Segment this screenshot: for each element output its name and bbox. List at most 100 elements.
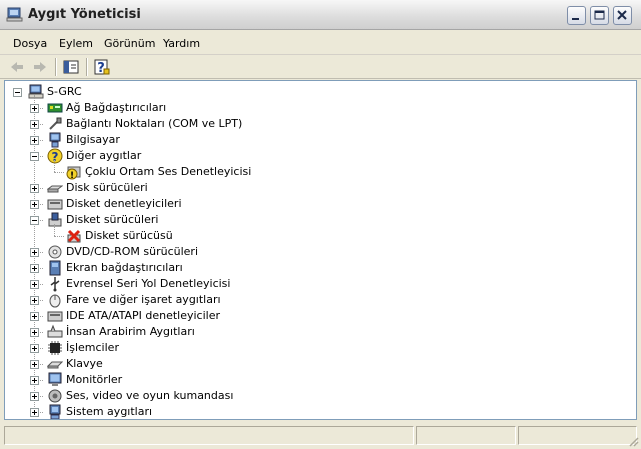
status-bar: [0, 423, 641, 449]
tree-item-label: İnsan Arabirim Aygıtları: [66, 325, 195, 338]
tree-item-disk-suruculeri[interactable]: Disk sürücüleri: [9, 180, 609, 196]
tree-item-label: Bağlantı Noktaları (COM ve LPT): [66, 117, 243, 130]
tree-item-i-nsan-arabirim-aygitlari[interactable]: İnsan Arabirim Aygıtları: [9, 324, 609, 340]
computer-icon: [49, 132, 61, 148]
menu-gorunum[interactable]: Görünüm: [104, 37, 155, 50]
toolbar: ?: [0, 55, 641, 79]
warning-device-icon: !: [66, 166, 81, 180]
collapse-toggle[interactable]: [30, 152, 39, 161]
sound-icon: [48, 389, 62, 403]
tree-item-disket-surucusu[interactable]: Disket sürücüsü: [9, 224, 609, 244]
menu-yardim[interactable]: Yardım: [163, 37, 200, 50]
expand-toggle[interactable]: [30, 248, 39, 257]
tree-item-label: Disk sürücüleri: [66, 181, 148, 194]
tree-item-diger-aygitlar[interactable]: ? Diğer aygıtlar: [9, 148, 609, 164]
computer-management-icon: [6, 7, 23, 22]
expand-toggle[interactable]: [30, 296, 39, 305]
resize-grip-icon[interactable]: [627, 435, 639, 447]
forward-arrow-icon[interactable]: [30, 57, 50, 77]
show-hide-console-tree-icon[interactable]: [61, 57, 81, 77]
menu-bar: Dosya Eylem Görünüm Yardım: [0, 31, 641, 55]
display-adapter-icon: [49, 260, 61, 276]
expand-toggle[interactable]: [30, 360, 39, 369]
menu-eylem[interactable]: Eylem: [59, 37, 93, 50]
tree-item-label: Çoklu Ortam Ses Denetleyicisi: [85, 165, 252, 178]
tree-item-label: Bilgisayar: [66, 133, 120, 146]
collapse-toggle[interactable]: [13, 88, 22, 97]
tree-item-i-slemciler[interactable]: İşlemciler: [9, 340, 609, 356]
device-manager-window: Aygıt Yöneticisi Dosya Eylem Görünüm Yar…: [0, 0, 641, 449]
expand-toggle[interactable]: [30, 264, 39, 273]
tree-item-sistem-aygitlari[interactable]: Sistem aygıtları: [9, 404, 609, 419]
cdrom-icon: [48, 245, 62, 259]
minimize-button[interactable]: [567, 6, 586, 25]
tree-item-evrensel-seri-yol-denetleyicisi[interactable]: Evrensel Seri Yol Denetleyicisi: [9, 276, 609, 292]
usb-icon: [50, 277, 60, 292]
maximize-button[interactable]: [590, 6, 609, 25]
tree-item-ekran-bagdastiricilari[interactable]: Ekran bağdaştırıcıları: [9, 260, 609, 276]
tree-item-fare-ve-diger-isaret-aygitlari[interactable]: Fare ve diğer işaret aygıtları: [9, 292, 609, 308]
expand-toggle[interactable]: [30, 328, 39, 337]
computer-icon: [28, 84, 44, 99]
disk-drive-icon: [47, 185, 63, 193]
tree-item-baglanti-noktalari-com-ve-lpt[interactable]: Bağlantı Noktaları (COM ve LPT): [9, 116, 609, 132]
toolbar-separator: [55, 58, 57, 76]
tree-item-klavye[interactable]: Klavye: [9, 356, 609, 372]
tree-item-dvd-cd-rom-suruculeri[interactable]: DVD/CD-ROM sürücüleri: [9, 244, 609, 260]
tree-root-label: S-GRC: [47, 85, 82, 98]
tree-item-label: Klavye: [66, 357, 103, 370]
expand-toggle[interactable]: [30, 392, 39, 401]
expand-toggle[interactable]: [30, 136, 39, 145]
svg-text:!: !: [70, 171, 74, 180]
expand-toggle[interactable]: [30, 312, 39, 321]
tree-item-coklu-ortam-ses-denetleyicisi[interactable]: ! Çoklu Ortam Ses Denetleyicisi: [9, 160, 609, 180]
tree-item-disket-denetleyicileri[interactable]: Disket denetleyicileri: [9, 196, 609, 212]
window-title: Aygıt Yöneticisi: [28, 7, 141, 22]
tree-item-label: Disket denetleyicileri: [66, 197, 182, 210]
tree-item-ag-bagdastiricilari[interactable]: Ağ Bağdaştırıcıları: [9, 100, 609, 116]
expand-toggle[interactable]: [30, 120, 39, 129]
tree-item-label: Disket sürücüsü: [85, 229, 173, 242]
expand-toggle[interactable]: [30, 376, 39, 385]
expand-toggle[interactable]: [30, 408, 39, 417]
collapse-toggle[interactable]: [30, 216, 39, 225]
device-tree[interactable]: S-GRC Ağ Bağdaştırıcıları Bağlantı Noktal…: [4, 80, 637, 420]
tree-item-label: Monitörler: [66, 373, 123, 386]
disabled-floppy-icon: [67, 229, 81, 243]
system-device-icon: [49, 404, 61, 419]
tree-item-ses-video-ve-oyun-kumandasi[interactable]: Ses, video ve oyun kumandası: [9, 388, 609, 404]
expand-toggle[interactable]: [30, 200, 39, 209]
mouse-icon: [49, 294, 61, 308]
expand-toggle[interactable]: [30, 344, 39, 353]
tree-item-label: Fare ve diğer işaret aygıtları: [66, 293, 221, 306]
expand-toggle[interactable]: [30, 280, 39, 289]
tree-item-label: DVD/CD-ROM sürücüleri: [66, 245, 199, 258]
expand-toggle[interactable]: [30, 184, 39, 193]
close-button[interactable]: [613, 6, 632, 25]
tree-item-label: Disket sürücüleri: [66, 213, 159, 226]
tree-item-label: Sistem aygıtları: [66, 405, 153, 418]
tree-item-disket-suruculeri[interactable]: Disket sürücüleri: [9, 212, 609, 228]
port-icon: [49, 117, 62, 130]
floppy-controller-icon: [47, 199, 63, 210]
status-pane-main: [4, 426, 414, 445]
title-bar[interactable]: Aygıt Yöneticisi: [0, 0, 641, 30]
tree-connector: [54, 224, 56, 236]
tree-item-monitorler[interactable]: Monitörler: [9, 372, 609, 388]
tree-connector: [54, 160, 56, 172]
tree-item-bilgisayar[interactable]: Bilgisayar: [9, 132, 609, 148]
tree-item-ide-ata-atapi-denetleyiciler[interactable]: IDE ATA/ATAPI denetleyiciler: [9, 308, 609, 324]
tree-item-label: IDE ATA/ATAPI denetleyiciler: [66, 309, 221, 322]
expand-toggle[interactable]: [30, 104, 39, 113]
toolbar-separator: [86, 58, 88, 76]
tree-item-label: Evrensel Seri Yol Denetleyicisi: [66, 277, 231, 290]
properties-help-icon[interactable]: ?: [92, 57, 112, 77]
tree-connector: [54, 172, 64, 174]
keyboard-icon: [47, 361, 63, 369]
tree-item-label: Ağ Bağdaştırıcıları: [66, 101, 167, 114]
processor-icon: [48, 341, 62, 355]
monitor-icon: [48, 372, 62, 386]
tree-root[interactable]: S-GRC: [9, 84, 209, 100]
menu-dosya[interactable]: Dosya: [13, 37, 47, 50]
back-arrow-icon[interactable]: [7, 57, 27, 77]
